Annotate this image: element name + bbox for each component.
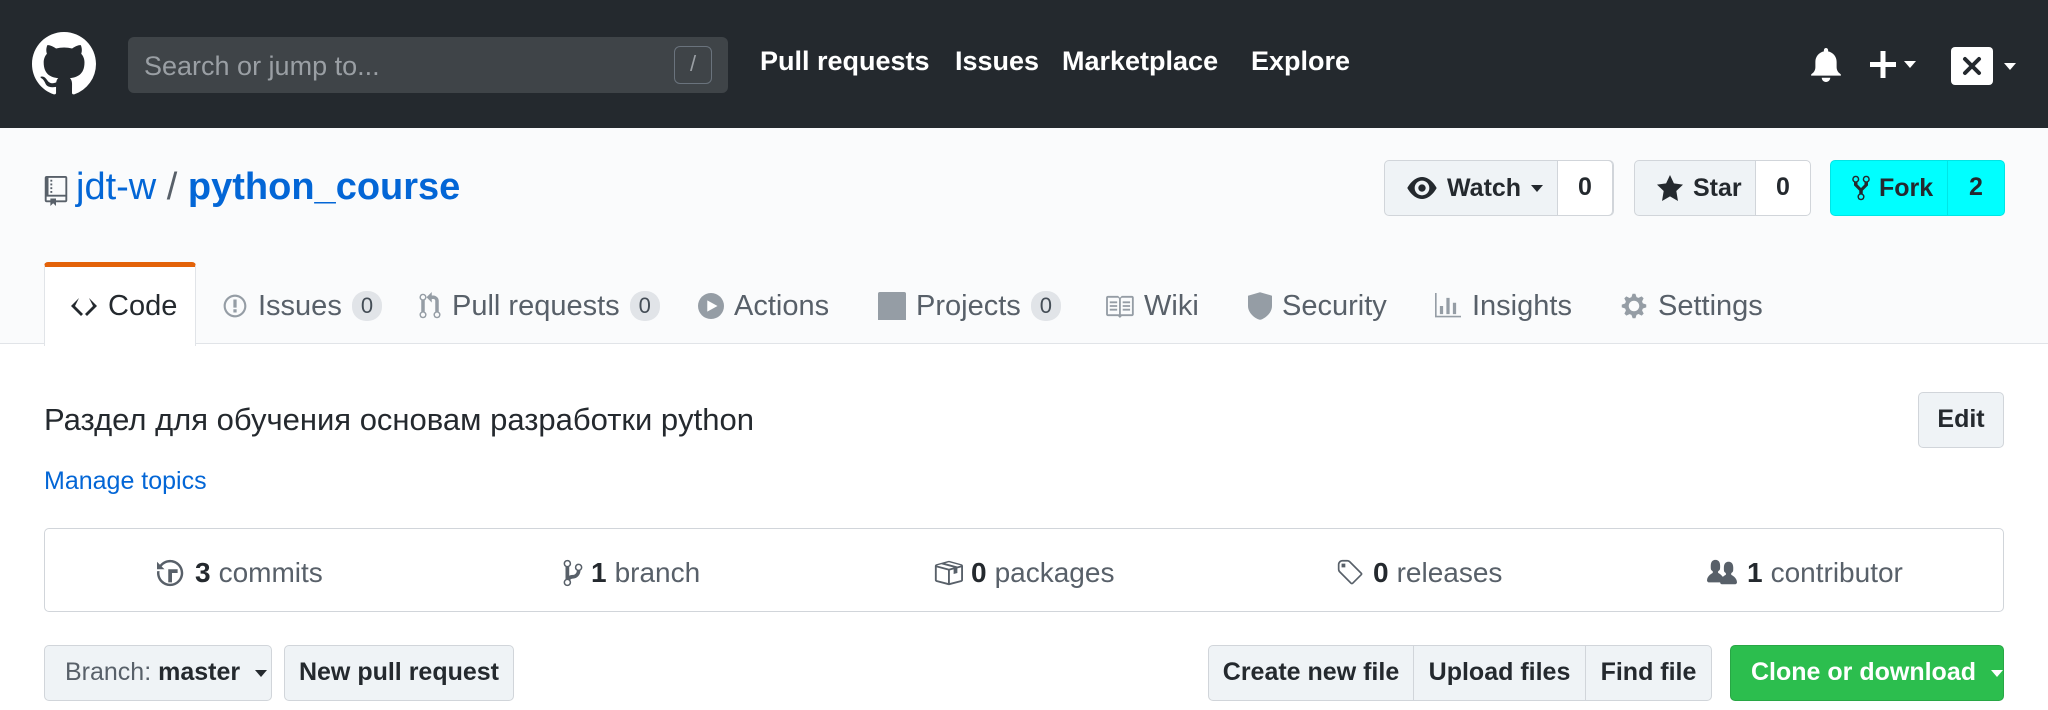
repo-icon: [44, 176, 68, 206]
tab-label: Pull requests: [452, 289, 620, 322]
manage-topics-link[interactable]: Manage topics: [44, 467, 207, 496]
chevron-down-icon: [1531, 185, 1544, 192]
bell-icon[interactable]: [1810, 48, 1842, 82]
watch-label: Watch: [1447, 173, 1522, 202]
tab-issues[interactable]: Issues 0: [222, 268, 383, 344]
fork-button[interactable]: Fork 2: [1830, 159, 2005, 216]
book-icon: [1106, 295, 1134, 318]
star-count[interactable]: 0: [1755, 159, 1811, 216]
plus-icon[interactable]: [1870, 48, 1922, 82]
people-icon: [1707, 559, 1737, 585]
search-input[interactable]: Search or jump to... /: [128, 37, 728, 93]
contributors-count: 1: [1747, 557, 1763, 588]
tab-label: Settings: [1658, 289, 1763, 322]
avatar[interactable]: [1951, 47, 1993, 85]
upload-files-button[interactable]: Upload files: [1413, 645, 1586, 701]
tab-label: Code: [108, 289, 178, 322]
fork-icon: [1852, 175, 1870, 201]
search-shortcut-key: /: [674, 46, 712, 84]
commits-count: 3: [195, 557, 211, 588]
tab-pull-requests[interactable]: Pull requests 0: [418, 268, 660, 344]
contributors-link[interactable]: 1 contributor: [1705, 557, 1903, 589]
branches-label: branch: [614, 557, 701, 588]
branches-link[interactable]: 1 branch: [563, 557, 700, 589]
new-pull-request-button[interactable]: New pull request: [284, 645, 514, 701]
issue-icon: [223, 294, 247, 318]
repo-name-link[interactable]: python_course: [188, 166, 460, 208]
chevron-down-icon: [255, 670, 268, 678]
tab-code[interactable]: Code: [70, 268, 177, 344]
package-icon: [934, 560, 963, 586]
branch-select[interactable]: Branch: master: [44, 645, 272, 701]
repo-description: Раздел для обучения основам разработки p…: [44, 402, 754, 437]
tab-label: Projects: [916, 289, 1021, 322]
history-icon: [157, 559, 184, 587]
eye-icon: [1407, 177, 1437, 199]
chevron-down-icon: [1990, 670, 2003, 678]
commits-label: commits: [218, 557, 323, 588]
branch-name: master: [158, 658, 241, 686]
tab-security[interactable]: Security: [1248, 268, 1387, 344]
packages-count: 0: [971, 557, 987, 588]
shield-icon: [1248, 292, 1272, 320]
tab-projects[interactable]: Projects 0: [878, 268, 1062, 344]
commits-link[interactable]: 3 commits: [157, 557, 323, 589]
repo-summary-bar: 3 commits 1 branch 0 packages 0 releases…: [44, 528, 2004, 612]
clone-or-download-button[interactable]: Clone or download: [1730, 645, 2004, 701]
tab-label: Actions: [734, 289, 830, 322]
contributors-label: contributor: [1770, 557, 1903, 588]
global-header: Search or jump to... / Pull requests Iss…: [0, 0, 2048, 128]
search-placeholder: Search or jump to...: [144, 51, 380, 81]
releases-count: 0: [1373, 557, 1389, 588]
star-label: Star: [1693, 173, 1742, 202]
packages-link[interactable]: 0 packages: [933, 557, 1114, 589]
tab-insights[interactable]: Insights: [1434, 268, 1572, 344]
star-icon: [1657, 175, 1683, 201]
close-icon: [1963, 57, 1981, 75]
nav-marketplace[interactable]: Marketplace: [1062, 46, 1218, 77]
tab-label: Insights: [1472, 289, 1572, 322]
packages-label: packages: [994, 557, 1115, 588]
branch-icon: [563, 559, 583, 587]
releases-link[interactable]: 0 releases: [1335, 557, 1502, 589]
repo-separator: /: [166, 166, 178, 208]
branch-prefix: Branch:: [65, 658, 152, 686]
tab-label: Issues: [258, 289, 342, 322]
find-file-button[interactable]: Find file: [1585, 645, 1712, 701]
tab-actions[interactable]: Actions: [698, 268, 829, 344]
tab-counter: 0: [351, 291, 383, 321]
watch-button[interactable]: Watch 0: [1384, 159, 1614, 216]
tab-counter: 0: [1030, 291, 1062, 321]
github-logo-icon[interactable]: [32, 32, 96, 96]
edit-description-button[interactable]: Edit: [1918, 392, 2004, 448]
chevron-down-icon[interactable]: [2002, 60, 2018, 72]
pull-request-icon: [419, 292, 441, 319]
tab-counter: 0: [629, 291, 660, 321]
releases-label: releases: [1396, 557, 1503, 588]
code-icon: [71, 296, 97, 316]
repo-owner-link[interactable]: jdt-w: [76, 166, 156, 208]
watch-count[interactable]: 0: [1557, 159, 1613, 216]
tab-settings[interactable]: Settings: [1620, 268, 1763, 344]
nav-explore[interactable]: Explore: [1251, 46, 1350, 77]
star-button[interactable]: Star 0: [1634, 159, 1811, 216]
clone-label: Clone or download: [1751, 658, 1976, 686]
graph-icon: [1435, 293, 1461, 318]
nav-pull-requests[interactable]: Pull requests: [760, 46, 930, 77]
tab-wiki[interactable]: Wiki: [1104, 268, 1199, 344]
tag-icon: [1337, 559, 1363, 585]
tab-label: Wiki: [1144, 289, 1199, 322]
repo-title: jdt-w / python_course: [76, 166, 460, 209]
tab-label: Security: [1282, 289, 1387, 322]
play-icon: [698, 293, 724, 319]
nav-issues[interactable]: Issues: [955, 46, 1039, 77]
project-icon: [878, 292, 906, 320]
gear-icon: [1621, 293, 1647, 319]
branches-count: 1: [591, 557, 607, 588]
create-new-file-button[interactable]: Create new file: [1208, 645, 1414, 701]
fork-count[interactable]: 2: [1947, 159, 2005, 216]
fork-label: Fork: [1879, 173, 1934, 202]
